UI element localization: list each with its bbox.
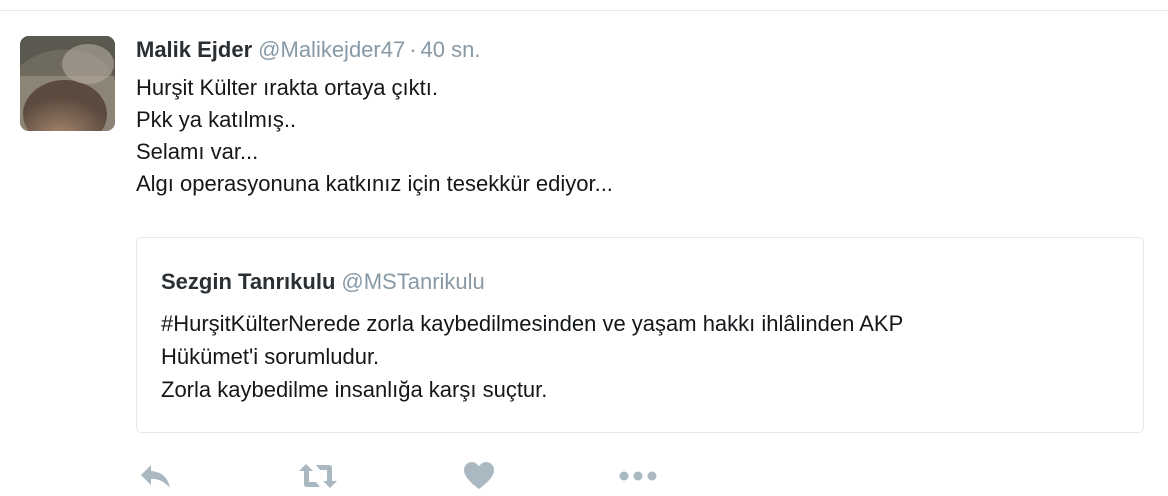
tweet-actions [136,458,696,494]
quoted-tweet-header: Sezgin Tanrıkulu @MSTanrikulu [161,268,485,296]
reply-button[interactable] [136,458,176,494]
more-button[interactable] [618,458,658,494]
like-icon [464,462,494,489]
reply-icon [141,465,170,488]
quoted-text-line: Zorla kaybedilme insanlığa karşı suçtur. [161,377,548,402]
tweet: Malik Ejder @Malikejder47 · 40 sn. Hurşit K… [0,0,1168,496]
quoted-text-line: #HurşitKülterNerede zorla kaybedilmesind… [161,311,904,336]
quoted-tweet[interactable]: Sezgin Tanrıkulu @MSTanrikulu #HurşitKült… [136,237,1144,433]
tweet-text-line: Pkk ya katılmış.. [136,107,297,132]
tweet-text-line: Hurşit Külter ırakta ortaya çıktı. [136,75,438,100]
like-button[interactable] [459,458,499,494]
quoted-author-name: Sezgin Tanrıkulu [161,269,336,294]
avatar-image [20,36,115,131]
separator-dot: · [409,37,417,62]
author-name[interactable]: Malik Ejder [136,37,252,62]
avatar[interactable] [20,36,115,131]
tweet-text: Hurşit Külter ırakta ortaya çıktı. Pkk y… [136,72,1136,200]
tweet-header: Malik Ejder @Malikejder47 · 40 sn. [136,36,480,64]
quoted-text-line: Hükümet'i sorumludur. [161,344,380,369]
quoted-tweet-text: #HurşitKülterNerede zorla kaybedilmesind… [161,307,1121,406]
more-icon [619,471,657,481]
quoted-author-handle: @MSTanrikulu [341,269,485,294]
author-handle[interactable]: @Malikejder47 [258,37,405,62]
tweet-timestamp[interactable]: 40 sn. [421,37,481,62]
tweet-text-line: Algı operasyonuna katkınız için tesekkür… [136,171,613,196]
tweet-text-line: Selamı var... [136,139,259,164]
retweet-button[interactable] [298,458,338,494]
retweet-icon [299,464,337,488]
